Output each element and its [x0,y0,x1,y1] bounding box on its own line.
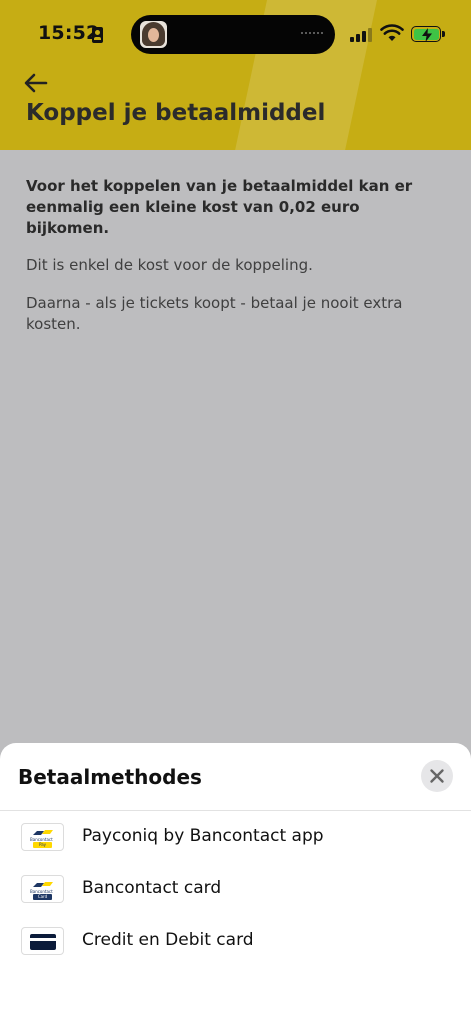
info-paragraph: Dit is enkel de kost voor de koppeling. [26,256,313,274]
charging-icon [421,27,432,42]
battery-tip [442,31,445,37]
page-title: Koppel je betaalmiddel [26,100,326,126]
payconiq-bancontact-icon: Bancontact Pay [21,823,64,851]
back-arrow-icon[interactable] [22,70,50,96]
avatar [140,21,167,48]
close-icon [430,769,444,783]
lead-text: Voor het koppelen van je betaalmiddel ka… [26,177,413,237]
bancontact-logo [33,882,53,887]
payment-method-label: Bancontact card [82,878,222,898]
payment-method-bancontact[interactable]: Bancontact Card Bancontact card [0,863,471,915]
payment-methods-sheet: Betaalmethodes Bancontact Pay Payconiq b… [0,743,471,1024]
contact-card-icon [92,27,103,43]
close-button[interactable] [421,760,453,792]
payment-method-label: Payconiq by Bancontact app [82,826,324,846]
info-paragraph: Daarna - als je tickets koopt - betaal j… [26,294,403,333]
sheet-title: Betaalmethodes [18,765,202,789]
waveform-icon [301,32,323,34]
payment-method-label: Credit en Debit card [82,930,254,950]
wifi-icon [380,24,404,41]
payment-method-credit-debit[interactable]: Credit en Debit card [0,915,471,967]
info-content: Voor het koppelen van je betaalmiddel ka… [26,176,446,335]
payment-method-payconiq[interactable]: Bancontact Pay Payconiq by Bancontact ap… [0,811,471,863]
credit-card-icon [21,927,64,955]
status-time: 15:52 [38,22,100,44]
cellular-signal-icon [350,28,372,42]
battery-icon [411,26,441,42]
dynamic-island[interactable] [131,15,335,54]
bancontact-card-icon: Bancontact Card [21,875,64,903]
bancontact-logo [33,830,53,835]
